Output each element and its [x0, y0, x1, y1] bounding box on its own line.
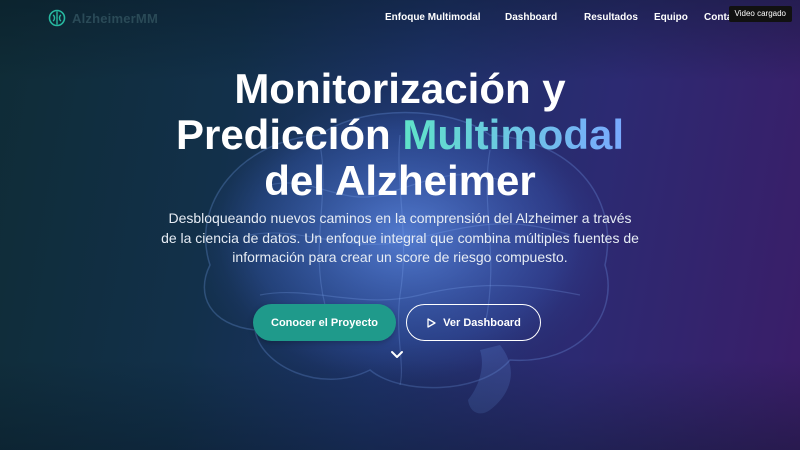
nav-menu: Enfoque Multimodal Dashboard Resultados … [0, 12, 800, 26]
nav-item-dashboard[interactable]: Dashboard [505, 12, 557, 23]
chevron-down-icon[interactable] [390, 350, 404, 360]
conocer-proyecto-label: Conocer el Proyecto [271, 316, 378, 329]
top-navbar: AlzheimerMM Enfoque Multimodal Dashboard… [0, 0, 800, 38]
hero-title-line2-prefix: Predicción [175, 111, 403, 158]
conocer-proyecto-button[interactable]: Conocer el Proyecto [253, 304, 396, 341]
ver-dashboard-button[interactable]: Ver Dashboard [406, 304, 541, 341]
play-icon [427, 317, 436, 328]
hero-description: Desbloqueando nuevos caminos en la compr… [161, 210, 639, 265]
nav-item-enfoque-multimodal[interactable]: Enfoque Multimodal [385, 12, 481, 23]
nav-item-equipo[interactable]: Equipo [654, 12, 688, 23]
hero-title-accent: Multimodal [402, 111, 625, 158]
hero-title-line3: del Alzheimer [264, 157, 536, 204]
ver-dashboard-label: Ver Dashboard [443, 316, 521, 329]
hero-title-line1: Monitorización y [234, 65, 566, 112]
hero-title: Monitorización y Predicción Multimodal d… [0, 66, 800, 204]
nav-item-resultados[interactable]: Resultados [584, 12, 638, 23]
cta-row: Conocer el Proyecto Ver Dashboard [0, 304, 800, 342]
status-toast: Video cargado [728, 6, 792, 22]
